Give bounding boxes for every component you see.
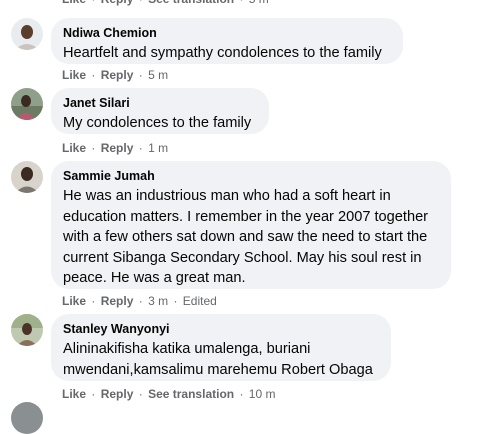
comment-timestamp[interactable]: 5 m bbox=[249, 0, 269, 6]
separator-dot: · bbox=[138, 68, 143, 82]
separator-dot: · bbox=[138, 294, 143, 308]
comment-timestamp[interactable]: 10 m bbox=[249, 387, 276, 401]
avatar[interactable] bbox=[11, 88, 43, 120]
avatar[interactable] bbox=[11, 314, 43, 346]
edited-label[interactable]: Edited bbox=[183, 294, 217, 308]
separator-dot: · bbox=[239, 0, 243, 6]
separator-dot: · bbox=[91, 0, 95, 6]
comment-text: My condolences to the family bbox=[63, 115, 252, 131]
like-button[interactable]: Like bbox=[62, 0, 86, 6]
reply-button[interactable]: Reply bbox=[101, 0, 134, 6]
comment-bubble: Janet Silari My condolences to the famil… bbox=[51, 88, 269, 134]
comment-author[interactable]: Sammie Jumah bbox=[63, 168, 439, 184]
comment-timestamp[interactable]: 3 m bbox=[148, 294, 168, 308]
avatar[interactable] bbox=[11, 18, 43, 50]
separator-dot: · bbox=[239, 387, 244, 401]
like-button[interactable]: Like bbox=[62, 387, 86, 401]
like-button[interactable]: Like bbox=[62, 294, 86, 308]
comment-bubble: Ndiwa Chemion Heartfelt and sympathy con… bbox=[51, 18, 403, 64]
reply-button[interactable]: Reply bbox=[101, 68, 134, 82]
comment-bubble: Stanley Wanyonyi Alininakifisha katika u… bbox=[51, 314, 391, 381]
comment-actions: Like · Reply · 1 m bbox=[62, 140, 168, 156]
reply-button[interactable]: Reply bbox=[101, 141, 134, 155]
previous-comment-actions: Like · Reply · See translation · 5 m bbox=[62, 0, 269, 6]
see-translation-link[interactable]: See translation bbox=[148, 387, 234, 401]
like-button[interactable]: Like bbox=[62, 141, 86, 155]
see-translation-link[interactable]: See translation bbox=[148, 0, 234, 6]
avatar[interactable] bbox=[11, 402, 43, 434]
comment-author[interactable]: Janet Silari bbox=[63, 95, 257, 111]
separator-dot: · bbox=[91, 141, 96, 155]
comment-text: He was an industrious man who had a soft… bbox=[63, 188, 429, 286]
avatar[interactable] bbox=[11, 161, 43, 193]
comment-text: Alininakifisha katika umalenga, buriani … bbox=[63, 341, 373, 378]
separator-dot: · bbox=[138, 387, 143, 401]
comment-actions: Like · Reply · 5 m bbox=[62, 67, 168, 83]
comment-bubble: Sammie Jumah He was an industrious man w… bbox=[51, 161, 451, 289]
comment-actions: Like · Reply · 3 m · Edited bbox=[62, 293, 217, 309]
reply-button[interactable]: Reply bbox=[101, 294, 134, 308]
separator-dot: · bbox=[91, 387, 96, 401]
separator-dot: · bbox=[91, 68, 96, 82]
like-button[interactable]: Like bbox=[62, 68, 86, 82]
comment-timestamp[interactable]: 5 m bbox=[148, 68, 168, 82]
separator-dot: · bbox=[138, 141, 143, 155]
comment-actions: Like · Reply · See translation · 10 m bbox=[62, 386, 275, 402]
separator-dot: · bbox=[173, 294, 178, 308]
comment-text: Heartfelt and sympathy condolences to th… bbox=[63, 45, 382, 61]
comment-author[interactable]: Ndiwa Chemion bbox=[63, 25, 391, 41]
separator-dot: · bbox=[91, 294, 96, 308]
comment-timestamp[interactable]: 1 m bbox=[148, 141, 168, 155]
comment-author[interactable]: Stanley Wanyonyi bbox=[63, 321, 379, 337]
separator-dot: · bbox=[139, 0, 143, 6]
reply-button[interactable]: Reply bbox=[101, 387, 134, 401]
